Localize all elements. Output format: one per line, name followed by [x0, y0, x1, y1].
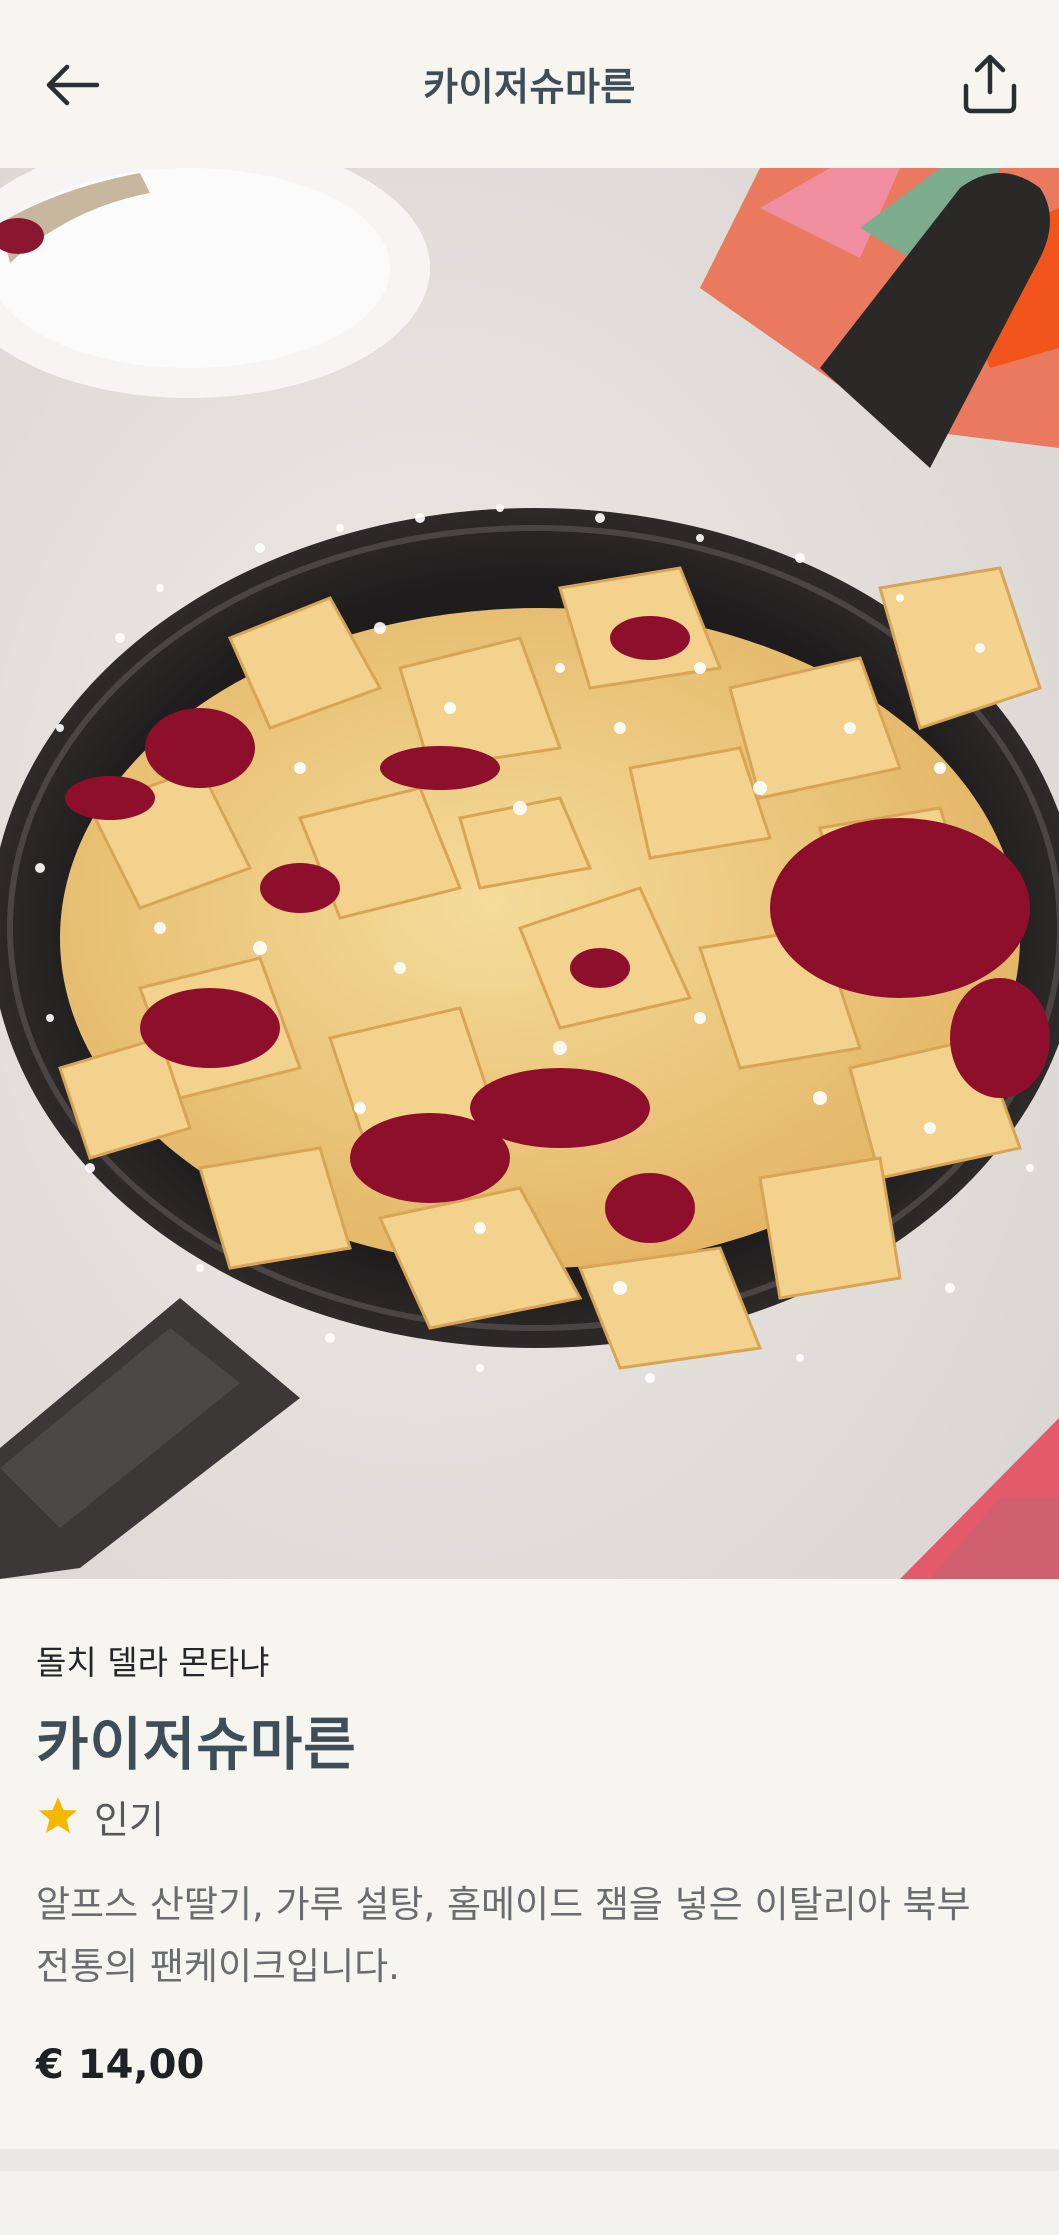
dish-photo: [0, 168, 1059, 1579]
share-button[interactable]: [955, 48, 1025, 120]
star-icon: [39, 1797, 77, 1833]
page-title: 카이저슈마른: [423, 65, 636, 109]
bottom-area: [0, 2171, 1059, 2235]
popular-badge: 인기: [36, 1791, 164, 1842]
divider: [0, 2149, 1059, 2171]
dish-description: 알프스 산딸기, 가루 설탕, 홈메이드 잼을 넣은 이탈리아 북부 전통의 팬…: [36, 1883, 971, 1988]
share-icon: [963, 54, 1017, 114]
dish-price: € 14,00: [36, 2042, 205, 2088]
dish-title: 카이저슈마른: [36, 1712, 357, 1778]
dish-details: 돌치 델라 몬타냐 카이저슈마른 인기 알프스 산딸기, 가루 설탕, 홈메이드…: [0, 1579, 1059, 2149]
badge-label: 인기: [94, 1797, 164, 1842]
restaurant-name: 돌치 델라 몬타냐: [36, 1643, 270, 1682]
top-bar: 카이저슈마른: [0, 0, 1059, 168]
